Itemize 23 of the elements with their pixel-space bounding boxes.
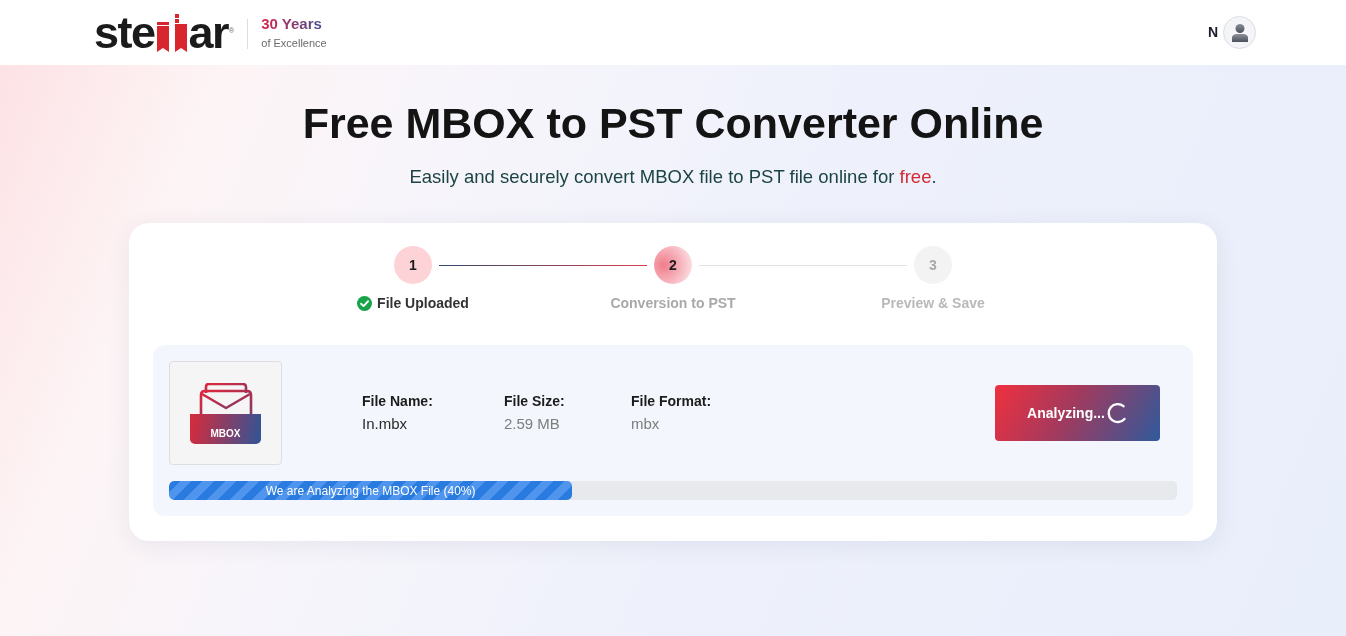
avatar-button[interactable] [1223,16,1256,49]
step-label: Conversion to PST [610,294,736,313]
file-type-badge: MBOX [190,413,261,444]
analyzing-button[interactable]: Analyzing... [995,385,1160,441]
field-label: File Size: [504,392,566,411]
logo-text: ar [188,10,229,55]
step-label: File Uploaded [377,294,469,313]
check-circle-icon [357,295,373,311]
user-initial: N [1207,23,1218,42]
page-title: Free MBOX to PST Converter Online [302,98,1044,149]
progress-label: We are Analyzing the MBOX File (40%) [265,482,476,499]
page-subtitle: Easily and securely convert MBOX file to PST file online for free. [409,165,937,189]
person-icon [1231,23,1248,42]
logo-mark-icon [155,13,188,52]
field-value: In.mbx [362,414,408,434]
field-value: 2.59 MB [504,414,561,434]
field-value: mbx [631,414,661,434]
field-label: File Name: [362,392,434,411]
field-label: File Format: [631,392,712,411]
spinner-icon [1105,402,1128,424]
tagline-subline: of Excellence [261,35,327,51]
logo-text: ste [94,10,155,55]
step-label: Preview & Save [881,294,985,313]
